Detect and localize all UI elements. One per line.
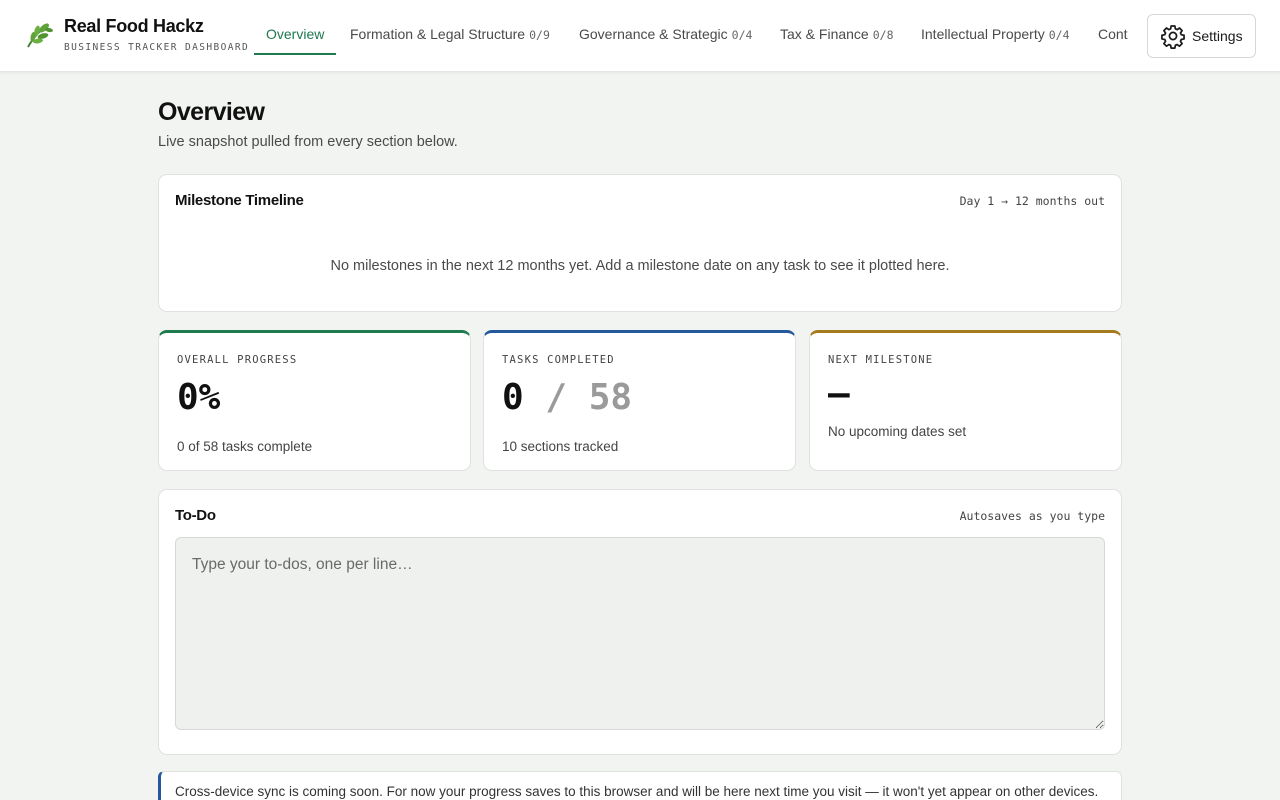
tasks-value: 0 / 58 [502,377,632,418]
sync-notice: Cross-device sync is coming soon. For no… [158,771,1122,800]
tab-intellectual-property[interactable]: Intellectual Property 0/4 [909,14,1082,55]
timeline-title: Milestone Timeline [175,192,304,209]
stat-label: NEXT MILESTONE [828,354,934,366]
top-header: Real Food Hackz BUSINESS TRACKER DASHBOA… [0,0,1280,72]
gear-icon [1161,25,1185,49]
tab-overview[interactable]: Overview [254,14,337,55]
stat-note: 0 of 58 tasks complete [177,439,313,454]
tab-count: 0/9 [529,28,550,42]
timeline-empty-message: No milestones in the next 12 months yet.… [330,258,950,274]
overall-progress-card: OVERALL PROGRESS 0% 0 of 58 tasks comple… [158,330,471,471]
tasks-total: / 58 [545,377,633,418]
todo-autosave-note: Autosaves as you type [959,509,1105,523]
app-subtitle: BUSINESS TRACKER DASHBOARD [64,42,250,53]
stat-label: OVERALL PROGRESS [177,354,298,366]
stat-note: No upcoming dates set [828,424,967,439]
tab-label: Cont [1098,26,1128,42]
tab-label: Intellectual Property [921,26,1045,42]
tab-governance-strategic[interactable]: Governance & Strategic 0/4 [567,14,764,55]
timeline-range: Day 1 → 12 months out [959,194,1105,208]
brand[interactable]: Real Food Hackz BUSINESS TRACKER DASHBOA… [24,16,249,53]
tab-label: Tax & Finance [780,26,869,42]
tab-count: 0/4 [731,28,753,42]
leaf-icon [27,23,53,48]
tab-formation-legal[interactable]: Formation & Legal Structure 0/9 [338,14,562,55]
section-tabs: Overview Formation & Legal Structure 0/9 … [254,0,1134,72]
tasks-done: 0 [502,377,524,418]
progress-value: 0% [177,377,221,418]
stat-label: TASKS COMPLETED [502,354,615,366]
tasks-completed-card: TASKS COMPLETED 0 / 58 10 sections track… [483,330,796,471]
tab-count: 0/4 [1048,28,1070,42]
milestone-timeline-card: Milestone Timeline Day 1 → 12 months out… [158,174,1122,312]
settings-label: Settings [1192,28,1243,44]
milestone-value: – [828,373,850,414]
tab-label: Overview [266,26,325,42]
app-title: Real Food Hackz [64,16,204,36]
tab-cont[interactable]: Cont [1086,14,1134,55]
stat-note: 10 sections tracked [502,439,619,454]
todo-textarea[interactable] [175,537,1105,730]
tab-label: Governance & Strategic [579,26,728,42]
settings-button[interactable]: Settings [1147,14,1256,58]
tab-count: 0/8 [872,28,894,42]
todo-title: To-Do [175,507,216,524]
tab-tax-finance[interactable]: Tax & Finance 0/8 [768,14,906,55]
todo-card: To-Do Autosaves as you type [158,489,1122,755]
page-subtitle: Live snapshot pulled from every section … [158,134,458,150]
tab-label: Formation & Legal Structure [350,26,526,42]
page-title: Overview [158,98,265,126]
next-milestone-card: NEXT MILESTONE – No upcoming dates set [809,330,1122,471]
sync-notice-text: Cross-device sync is coming soon. For no… [175,784,1099,799]
